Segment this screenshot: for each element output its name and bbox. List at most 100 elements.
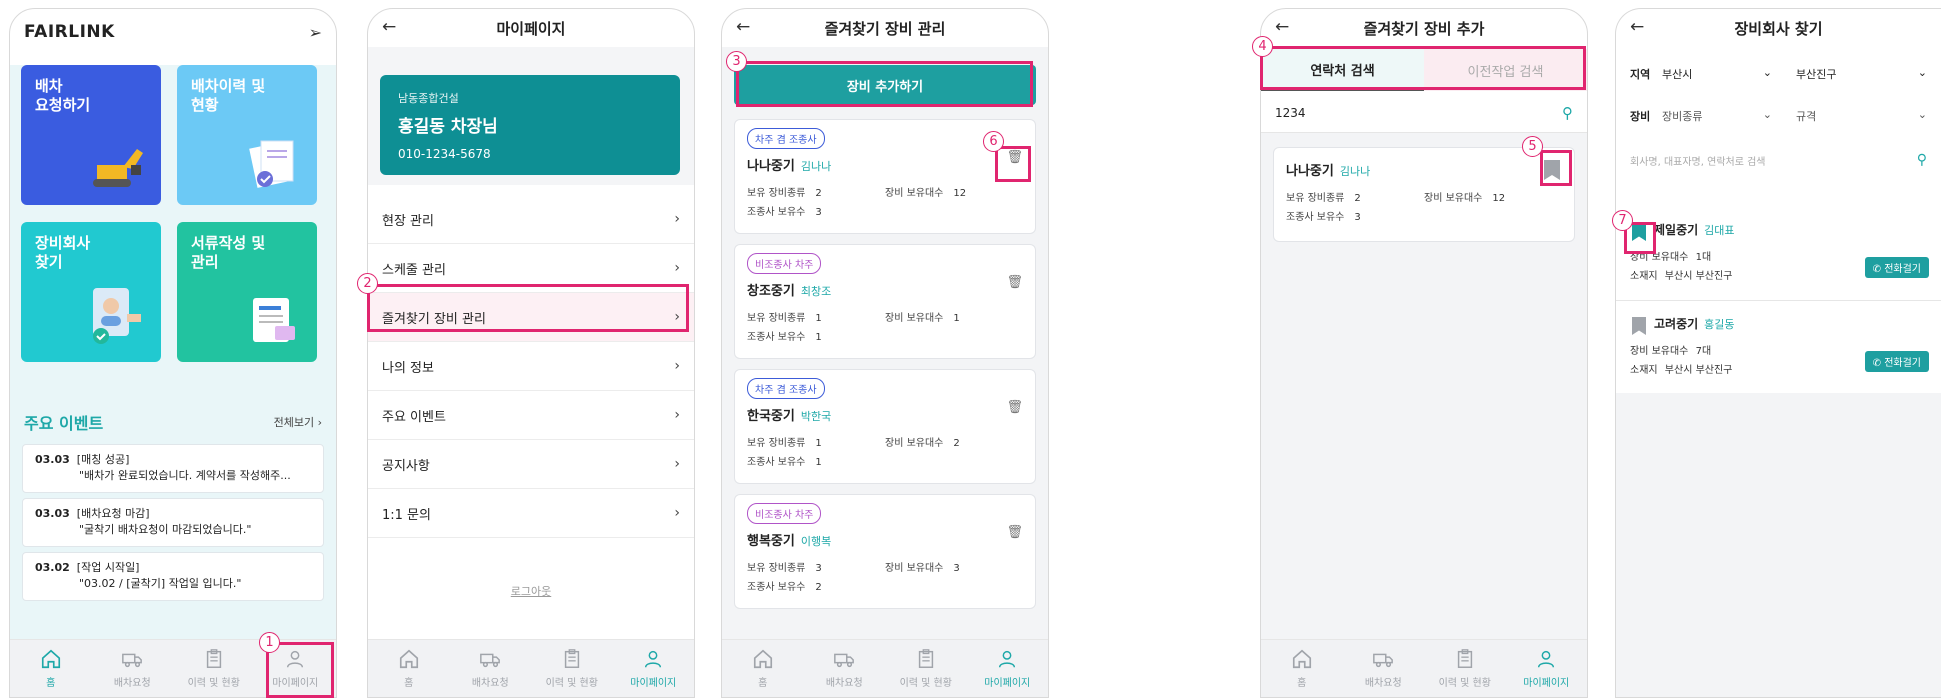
count-value: 1대 [1695, 252, 1712, 263]
tab-label: 홈 [1297, 678, 1307, 689]
person-icon [1538, 650, 1555, 668]
find-company-header: ← 장비회사 찾기 [1616, 9, 1941, 47]
company-item[interactable]: 고려중기 홍길동 장비 보유대수 7대 소재지 부산시 부산진구 ✆ 전화걸기 [1616, 301, 1941, 393]
region-district-select[interactable]: 부산진구 ⌄ [1782, 66, 1927, 82]
search-result-card[interactable]: 나나중기 김나나 보유 장비종류 2 장비 보유대수 12 조종사 보유수 3 [1273, 147, 1575, 242]
call-button[interactable]: ✆ 전화걸기 [1864, 351, 1929, 372]
event-date: 03.03 [35, 453, 70, 466]
equipment-card[interactable]: 비조종사 차주 창조중기 최창조 🗑 보유 장비종류 1 장비 보유대수 1 조종사 … [734, 244, 1036, 359]
stat-value: 1 [815, 457, 822, 468]
stat-label: 보유 장비종류 [747, 438, 806, 449]
stat-value: 3 [1354, 212, 1361, 223]
owner-type-badge: 차주 겸 조종사 [747, 128, 825, 149]
chevron-down-icon: ⌄ [1762, 66, 1772, 79]
tab-history[interactable]: 이력 및 현황 [1424, 640, 1506, 697]
event-date: 03.02 [35, 561, 70, 574]
tab-history[interactable]: 이력 및 현황 [885, 640, 967, 697]
stat-label: 보유 장비종류 [1286, 193, 1345, 204]
search-input[interactable]: 1234 [1275, 106, 1306, 120]
back-arrow-icon[interactable]: ← [736, 17, 750, 37]
send-icon[interactable]: ➢ [309, 23, 322, 42]
event-date: 03.03 [35, 507, 70, 520]
chevron-right-icon: › [674, 505, 680, 521]
event-item[interactable]: 03.03 [매칭 성공] "배차가 완료되었습니다. 계약서를 작성해주... [22, 444, 324, 493]
company-item[interactable]: 제일중기 김대표 장비 보유대수 1대 소재지 부산시 부산진구 ✆ 전화걸기 [1616, 209, 1941, 301]
callout-6: 6 [983, 131, 1004, 152]
owner-type-badge: 차주 겸 조종사 [747, 378, 825, 399]
bottom-tab-bar: 홈 배차요청 이력 및 현황 마이페이지 [368, 639, 694, 697]
search-bar: 1234 ⚲ [1261, 93, 1587, 133]
search-results: 나나중기 김나나 보유 장비종류 2 장비 보유대수 12 조종사 보유수 3 [1261, 133, 1587, 639]
menu-label: 주요 이벤트 [382, 409, 446, 425]
tab-history[interactable]: 이력 및 현황 [531, 640, 613, 697]
company-search-input[interactable]: 회사명, 대표자명, 연락처로 검색 [1630, 153, 1766, 168]
back-arrow-icon[interactable]: ← [382, 17, 396, 37]
highlight-search-tabs [1260, 46, 1586, 90]
equipment-card[interactable]: 차주 겸 조종사 한국중기 박한국 🗑 보유 장비종류 1 장비 보유대수 2 조종사… [734, 369, 1036, 484]
tab-home[interactable]: 홈 [722, 640, 804, 697]
menu-notices[interactable]: 공지사항 › [368, 440, 694, 489]
home-icon [753, 649, 772, 669]
trash-icon[interactable]: 🗑 [1006, 275, 1023, 290]
trash-icon[interactable]: 🗑 [1006, 400, 1023, 415]
tab-mypage[interactable]: 마이페이지 [613, 640, 695, 697]
company-results: 제일중기 김대표 장비 보유대수 1대 소재지 부산시 부산진구 ✆ 전화걸기 고… [1616, 209, 1941, 697]
event-title: [매칭 성공] [76, 453, 130, 466]
back-arrow-icon[interactable]: ← [1275, 17, 1289, 37]
stat-label: 장비 보유대수 [1424, 193, 1483, 204]
chevron-right-icon: › [674, 211, 680, 227]
menu-site-management[interactable]: 현장 관리 › [368, 195, 694, 244]
region-city-select[interactable]: 부산시 ⌄ [1662, 66, 1782, 82]
tile-dispatch-history[interactable]: 배차이력 및 현황 [177, 65, 317, 205]
tab-home[interactable]: 홈 [10, 640, 92, 697]
menu-my-info[interactable]: 나의 정보 › [368, 342, 694, 391]
clipboard-icon [206, 649, 221, 668]
tab-dispatch[interactable]: 배차요청 [1343, 640, 1425, 697]
tab-home[interactable]: 홈 [368, 640, 450, 697]
call-button[interactable]: ✆ 전화걸기 [1864, 257, 1929, 278]
tile-documents[interactable]: 서류작성 및 관리 [177, 222, 317, 362]
equipment-type-select[interactable]: 장비종류 ⌄ [1662, 108, 1782, 124]
home-header: FAIRLINK ➢ [10, 9, 336, 55]
tab-dispatch[interactable]: 배차요청 [804, 640, 886, 697]
company-name: 제일중기 [1654, 223, 1699, 237]
highlight-bookmark-icon [1540, 150, 1572, 186]
event-item[interactable]: 03.03 [배차요청 마감] "굴착기 배차요청이 마감되었습니다." [22, 498, 324, 547]
stat-label: 보유 장비종류 [747, 188, 806, 199]
tab-label: 마이페이지 [1523, 678, 1570, 689]
bottom-tab-bar: 홈 배차요청 이력 및 현황 마이페이지 [722, 639, 1048, 697]
tab-label: 이력 및 현황 [1438, 678, 1491, 689]
tab-label: 마이페이지 [630, 678, 677, 689]
search-icon[interactable]: ⚲ [1917, 152, 1927, 168]
events-more-link[interactable]: 전체보기 › [274, 414, 322, 430]
menu-inquiry[interactable]: 1:1 문의 › [368, 489, 694, 538]
menu-events[interactable]: 주요 이벤트 › [368, 391, 694, 440]
search-icon[interactable]: ⚲ [1562, 104, 1573, 122]
truck-icon [1373, 653, 1394, 668]
tile-find-company[interactable]: 장비회사 찾기 [21, 222, 161, 362]
page-title: 즐겨찾기 장비 추가 [1363, 19, 1485, 38]
trash-icon[interactable]: 🗑 [1006, 525, 1023, 540]
select-value: 부산진구 [1796, 68, 1837, 81]
tab-mypage[interactable]: 마이페이지 [967, 640, 1049, 697]
back-arrow-icon[interactable]: ← [1630, 17, 1644, 37]
chevron-down-icon: ⌄ [1762, 108, 1772, 121]
menu-label: 스케줄 관리 [382, 262, 446, 278]
equipment-card[interactable]: 비조종사 차주 행복중기 이행복 🗑 보유 장비종류 3 장비 보유대수 3 조종사 … [734, 494, 1036, 609]
bookmark-outline-icon[interactable] [1632, 317, 1646, 335]
tile-dispatch-request[interactable]: 배차 요청하기 [21, 65, 161, 205]
tab-dispatch[interactable]: 배차요청 [450, 640, 532, 697]
company-name: 행복중기 [747, 534, 795, 549]
tab-label: 배차요청 [471, 678, 509, 689]
equipment-spec-select[interactable]: 규격 ⌄ [1782, 108, 1927, 124]
tab-home[interactable]: 홈 [1261, 640, 1343, 697]
select-value: 장비종류 [1662, 110, 1703, 123]
event-item[interactable]: 03.02 [작업 시작일] "03.02 / [굴착기] 작업일 입니다." [22, 552, 324, 601]
event-desc: "03.02 / [굴착기] 작업일 입니다." [79, 577, 242, 590]
stat-label: 보유 장비종류 [747, 313, 806, 324]
logout-link[interactable]: 로그아웃 [368, 583, 694, 599]
tab-dispatch[interactable]: 배차요청 [92, 640, 174, 697]
tab-label: 배차요청 [825, 678, 863, 689]
tab-history[interactable]: 이력 및 현황 [173, 640, 255, 697]
tab-mypage[interactable]: 마이페이지 [1506, 640, 1588, 697]
